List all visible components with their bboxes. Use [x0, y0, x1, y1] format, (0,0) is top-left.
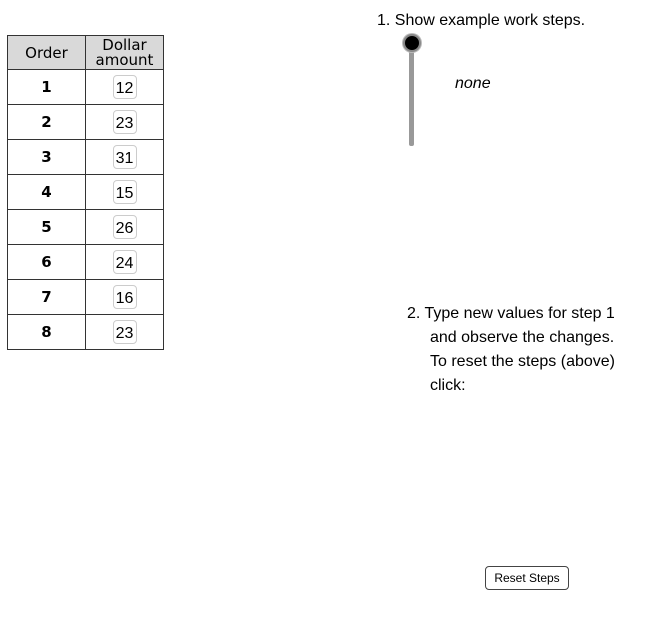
amount-cell: 24	[85, 244, 164, 280]
order-cell: 3	[7, 139, 86, 175]
amount-input[interactable]: 16	[112, 285, 137, 309]
order-cell: 1	[7, 69, 86, 105]
step2-line2: and observe the changes.	[430, 329, 615, 346]
amount-input[interactable]: 23	[112, 110, 137, 134]
step2-line1: 2. Type new values for step 1	[407, 305, 615, 322]
table-row: 4 15	[7, 174, 164, 210]
amount-cell: 16	[85, 279, 164, 315]
step2-line3: To reset the steps (above)	[430, 353, 615, 370]
amount-cell: 31	[85, 139, 164, 175]
order-cell: 6	[7, 244, 86, 280]
step1-label: 1. Show example work steps.	[377, 12, 586, 29]
amount-cell: 23	[85, 104, 164, 140]
data-table: Order Dollar amount 1 12 2 23 3 31 4 1 5 …	[7, 35, 164, 350]
table-row: 8 23	[7, 314, 164, 350]
step2-line4: click:	[430, 377, 466, 394]
amount-input[interactable]: 23	[112, 320, 137, 344]
table-row: 3 31	[7, 139, 164, 175]
table-header-row: Order Dollar amount	[7, 35, 164, 70]
table-row: 5 26	[7, 209, 164, 245]
table-row: 7 16	[7, 279, 164, 315]
table-row: 6 24	[7, 244, 164, 280]
steps-slider-track[interactable]	[409, 42, 414, 146]
order-cell: 5	[7, 209, 86, 245]
header-dollar-line2: amount	[95, 50, 154, 69]
order-cell: 2	[7, 104, 86, 140]
steps-slider-handle[interactable]	[403, 34, 421, 52]
header-dollar-amount: Dollar amount	[85, 35, 164, 70]
table-row: 1 12	[7, 69, 164, 105]
amount-input[interactable]: 12	[112, 75, 137, 99]
table-row: 2 23	[7, 104, 164, 140]
amount-input[interactable]: 24	[112, 250, 137, 274]
amount-input[interactable]: 31	[112, 145, 137, 169]
amount-cell: 12	[85, 69, 164, 105]
order-cell: 8	[7, 314, 86, 350]
amount-cell: 26	[85, 209, 164, 245]
order-cell: 7	[7, 279, 86, 315]
reset-steps-button[interactable]: Reset Steps	[485, 566, 569, 590]
amount-cell: 23	[85, 314, 164, 350]
amount-input[interactable]: 26	[112, 215, 137, 239]
amount-input[interactable]: 15	[112, 180, 137, 204]
header-order: Order	[7, 35, 86, 70]
order-cell: 4	[7, 174, 86, 210]
amount-cell: 15	[85, 174, 164, 210]
slider-value-label: none	[455, 75, 491, 92]
